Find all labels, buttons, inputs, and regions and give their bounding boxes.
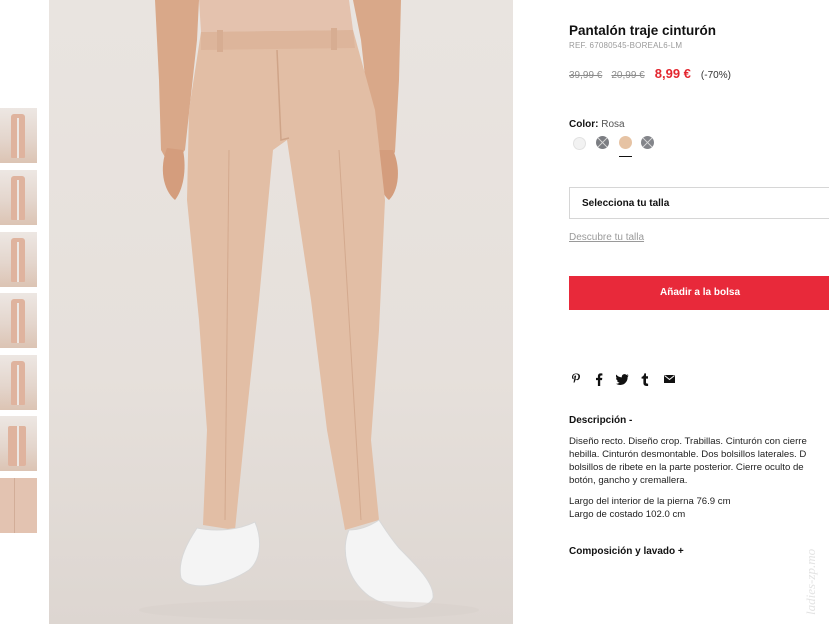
right-sneaker xyxy=(344,519,434,609)
size-select[interactable]: Selecciona tu talla xyxy=(569,187,829,219)
thumbnail-5[interactable] xyxy=(0,355,37,410)
color-label-title: Color: xyxy=(569,119,599,130)
left-sneaker xyxy=(179,521,260,587)
add-to-bag-label: Añadir a la bolsa xyxy=(659,287,741,298)
product-pants xyxy=(187,30,385,530)
thumbnail-6[interactable] xyxy=(0,416,37,471)
floor-shadow xyxy=(139,600,479,620)
product-reference: REF. 67080545-BOREAL6-LM xyxy=(569,41,683,50)
thumbnail-1[interactable] xyxy=(0,108,37,163)
composition-accordion[interactable]: Composición y lavado + xyxy=(569,546,684,557)
thumbnail-4[interactable] xyxy=(0,293,37,348)
product-info-panel: Pantalón traje cinturón REF. 67080545-BO… xyxy=(569,0,829,624)
previous-price: 20,99 € xyxy=(611,70,645,81)
measurement-inseam: Largo del interior de la pierna 76.9 cm xyxy=(569,496,731,507)
thumbnail-2[interactable] xyxy=(0,170,37,225)
add-to-bag-button[interactable]: Añadir a la bolsa xyxy=(569,276,829,310)
original-price: 39,99 € xyxy=(569,70,603,81)
measurement-side-length: Largo de costado 102.0 cm xyxy=(569,509,686,520)
description-text: Diseño recto. Diseño crop. Trabillas. Ci… xyxy=(569,435,829,487)
color-value: Rosa xyxy=(601,119,625,130)
model-left-hand xyxy=(162,148,185,200)
color-swatch-grey-unavailable-2[interactable] xyxy=(641,136,654,149)
color-swatch-white[interactable] xyxy=(573,137,586,150)
thumbnail-7[interactable] xyxy=(0,478,37,533)
belt-loop xyxy=(331,28,337,50)
product-photo-illustration xyxy=(139,0,479,620)
color-swatches xyxy=(573,136,673,160)
description-line: bolsillos de ribete en la parte posterio… xyxy=(569,462,804,473)
product-main-image[interactable] xyxy=(49,0,513,624)
email-icon[interactable] xyxy=(662,371,676,387)
description-line: hebilla. Cinturón desmontable. Dos bolsi… xyxy=(569,449,807,460)
watermark-text: ladies-zp.mo xyxy=(803,548,818,615)
tumblr-icon[interactable] xyxy=(638,371,652,387)
measurements: Largo del interior de la pierna 76.9 cm … xyxy=(569,495,731,521)
description-line: botón, gancho y cremallera. xyxy=(569,475,688,486)
price-row: 39,99 € 20,99 € 8,99 € (-70%) xyxy=(569,66,731,81)
discount-badge: (-70%) xyxy=(700,70,731,81)
thumbnail-3[interactable] xyxy=(0,232,37,287)
description-heading[interactable]: Descripción - xyxy=(569,415,632,426)
model-top xyxy=(199,0,353,32)
color-label: Color: Rosa xyxy=(569,119,625,130)
sale-price: 8,99 € xyxy=(654,66,691,81)
selected-swatch-indicator xyxy=(619,156,632,157)
description-line: Diseño recto. Diseño crop. Trabillas. Ci… xyxy=(569,436,807,447)
pinterest-icon[interactable] xyxy=(569,371,583,387)
size-guide-link[interactable]: Descubre tu talla xyxy=(569,232,644,243)
color-swatch-grey-unavailable[interactable] xyxy=(596,136,609,149)
belt-loop xyxy=(217,30,223,52)
size-select-label: Selecciona tu talla xyxy=(582,198,670,209)
color-swatch-pink-selected[interactable] xyxy=(619,136,632,149)
facebook-icon[interactable] xyxy=(592,371,606,387)
product-title: Pantalón traje cinturón xyxy=(569,23,717,38)
twitter-icon[interactable] xyxy=(615,371,629,387)
